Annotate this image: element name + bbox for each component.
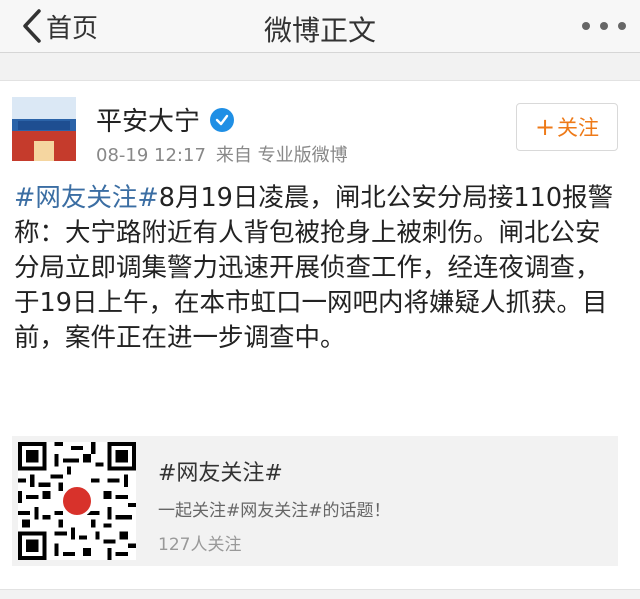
dot: [582, 22, 590, 30]
avatar[interactable]: [12, 97, 76, 161]
post-time: 08-19 12:17: [96, 145, 206, 166]
author-name-row: 平安大宁: [96, 101, 235, 138]
qr-code-icon: [18, 442, 136, 560]
post-body: #网友关注#8月19日凌晨，闸北公安分局接110报警称：大宁路附近有人背包被抢身…: [14, 181, 624, 356]
follow-label: 关注: [557, 116, 600, 140]
post-source: 来自 专业版微博: [215, 145, 348, 166]
more-dots-icon[interactable]: [582, 10, 626, 42]
post-meta: 08-19 12:17 来自 专业版微博: [96, 141, 348, 167]
plus-icon: +: [534, 113, 556, 141]
topic-card[interactable]: #网友关注# 一起关注#网友关注#的话题！ 127人关注: [12, 436, 618, 566]
verified-check-icon: [210, 107, 235, 132]
topic-description: 一起关注#网友关注#的话题！: [158, 501, 391, 521]
topic-followers: 127人关注: [158, 535, 242, 555]
weibo-post-card: 平安大宁 08-19 12:17 来自 专业版微博 + 关注 #网友关注#8月19…: [0, 80, 640, 590]
page-title: 微博正文: [263, 14, 376, 47]
author-name[interactable]: 平安大宁: [96, 101, 200, 138]
topic-title: #网友关注#: [158, 461, 283, 486]
dot: [618, 22, 626, 30]
hashtag-link[interactable]: #网友关注#: [14, 183, 159, 213]
weibo-logo-icon: [60, 484, 94, 518]
dot: [600, 22, 608, 30]
follow-button[interactable]: + 关注: [516, 103, 618, 151]
nav-bar: 首页 微博正文: [0, 0, 640, 53]
